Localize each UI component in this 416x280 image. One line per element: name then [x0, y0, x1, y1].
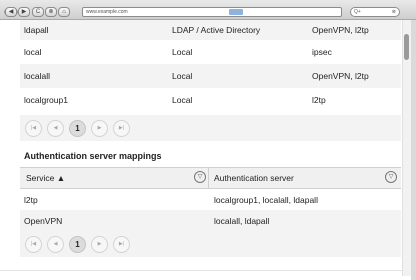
current-page-button[interactable]: 1 [69, 236, 86, 253]
browser-window: ◀ ▶ C ⊗ ⌂ www.example.com Q+ ⊗ ldapall L… [0, 0, 416, 280]
mappings-section-title: Authentication server mappings [24, 151, 162, 161]
next-page-button[interactable]: ▶ [91, 236, 108, 253]
server-name-cell: local [24, 47, 42, 57]
clear-search-icon[interactable]: ⊗ [392, 8, 396, 16]
server-name-cell: localgroup1 [24, 95, 68, 105]
server-type-cell: Local [172, 71, 193, 81]
current-page-button[interactable]: 1 [69, 120, 86, 137]
table-row[interactable]: l2tp localgroup1, localall, ldapall [20, 189, 401, 210]
prev-page-button[interactable]: ◀ [47, 120, 64, 137]
last-page-button[interactable]: ▶| [113, 236, 130, 253]
address-bar[interactable]: www.example.com [82, 7, 342, 17]
server-type-cell: Local [172, 95, 193, 105]
server-services-cell: l2tp [312, 95, 326, 105]
mapping-servers-cell: localgroup1, localall, ldapall [214, 194, 318, 205]
divider [0, 270, 402, 271]
server-services-cell: OpenVPN, l2tp [312, 25, 369, 35]
home-button[interactable]: ⌂ [58, 7, 70, 17]
auth-server-column-header[interactable]: Authentication server [214, 173, 294, 183]
first-page-button[interactable]: |◀ [25, 236, 42, 253]
auth-server-column: Authentication server ▽ [208, 168, 402, 188]
scrollbar-thumb[interactable] [404, 34, 409, 60]
service-column-header[interactable]: Service ▲ [26, 173, 65, 183]
forward-button[interactable]: ▶ [18, 7, 30, 17]
table-row[interactable]: localgroup1 Local l2tp [20, 88, 401, 112]
prev-page-button[interactable]: ◀ [47, 236, 64, 253]
mappings-pager: |◀ ◀ 1 ▶ ▶| [20, 231, 401, 257]
server-services-cell: OpenVPN, l2tp [312, 71, 369, 81]
server-name-cell: ldapall [24, 25, 49, 35]
mapping-service-cell: l2tp [24, 194, 38, 205]
reload-button[interactable]: C [32, 7, 44, 17]
mapping-service-cell: OpenVPN [24, 215, 63, 226]
rss-feed-icon[interactable] [229, 9, 243, 15]
vertical-scrollbar[interactable] [402, 20, 411, 276]
url-text: www.example.com [86, 9, 128, 15]
next-page-button[interactable]: ▶ [91, 120, 108, 137]
table-row[interactable]: ldapall LDAP / Active Directory OpenVPN,… [20, 20, 401, 40]
window-edge [411, 20, 416, 280]
browser-search-field[interactable]: Q+ ⊗ [350, 7, 400, 17]
browser-toolbar: ◀ ▶ C ⊗ ⌂ www.example.com Q+ ⊗ [0, 0, 416, 20]
service-filter-icon[interactable]: ▽ [194, 171, 206, 183]
mapping-servers-cell: localall, ldapall [214, 215, 270, 226]
search-icon: Q+ [354, 9, 361, 15]
table-row[interactable]: OpenVPN localall, ldapall [20, 210, 401, 231]
last-page-button[interactable]: ▶| [113, 120, 130, 137]
auth-server-filter-icon[interactable]: ▽ [385, 171, 397, 183]
mappings-table-header: Service ▲ ▽ Authentication server ▽ [20, 167, 401, 189]
table-row[interactable]: local Local ipsec [20, 40, 401, 64]
server-services-cell: ipsec [312, 47, 332, 57]
first-page-button[interactable]: |◀ [25, 120, 42, 137]
server-type-cell: Local [172, 47, 193, 57]
servers-pager: |◀ ◀ 1 ▶ ▶| [20, 115, 401, 141]
table-row[interactable]: localall Local OpenVPN, l2tp [20, 64, 401, 88]
server-name-cell: localall [24, 71, 50, 81]
back-button[interactable]: ◀ [5, 7, 17, 17]
stop-button[interactable]: ⊗ [45, 7, 57, 17]
server-type-cell: LDAP / Active Directory [172, 25, 261, 35]
